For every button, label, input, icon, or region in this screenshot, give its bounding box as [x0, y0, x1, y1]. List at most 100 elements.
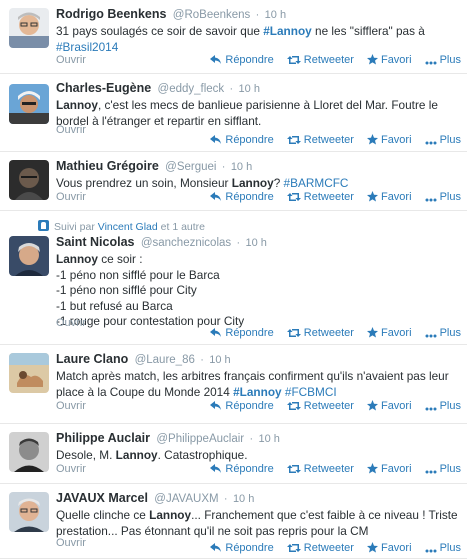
author-name[interactable]: Rodrigo Beenkens: [56, 7, 166, 21]
reply-button[interactable]: Répondre: [210, 53, 274, 68]
star-icon: [366, 191, 378, 202]
expand-link[interactable]: Ouvrir: [56, 190, 86, 205]
tweet[interactable]: Suivi par Vincent Glad et 1 autre Saint …: [0, 211, 467, 345]
more-button[interactable]: Plus: [425, 326, 461, 341]
retweet-button[interactable]: Retweeter: [286, 190, 354, 205]
favorite-button[interactable]: Favori: [366, 190, 412, 205]
timestamp[interactable]: 10 h: [246, 237, 267, 249]
tweet[interactable]: Laure Clano @Laure_86 · 10 h Match après…: [0, 345, 467, 424]
retweet-icon: [286, 544, 301, 552]
expand-link[interactable]: Ouvrir: [56, 123, 86, 138]
timestamp[interactable]: 10 h: [209, 354, 230, 366]
hashtag-link[interactable]: #Lannoy: [263, 24, 312, 38]
author-name[interactable]: Charles-Eugène: [56, 81, 151, 95]
avatar[interactable]: [9, 8, 49, 48]
follow-icon: [38, 220, 49, 231]
author-handle[interactable]: @Serguei: [165, 161, 216, 173]
keyword: Lannoy: [149, 508, 192, 522]
more-icon: [425, 549, 437, 553]
avatar[interactable]: [9, 492, 49, 532]
favorite-button[interactable]: Favori: [366, 133, 412, 148]
reply-button[interactable]: Répondre: [210, 541, 274, 556]
keyword: Lannoy: [231, 176, 274, 190]
more-icon: [425, 407, 437, 411]
reply-icon: [210, 135, 222, 144]
star-icon: [366, 400, 378, 411]
more-button[interactable]: Plus: [425, 399, 461, 414]
tweet-footer: Ouvrir Répondre Retweeter Favori Plus: [56, 53, 461, 68]
avatar[interactable]: [9, 84, 49, 124]
author-handle[interactable]: @Laure_86: [135, 354, 195, 366]
reply-button[interactable]: Répondre: [210, 326, 274, 341]
retweet-button[interactable]: Retweeter: [286, 133, 354, 148]
tweet-text: Match après match, les arbitres français…: [56, 369, 449, 399]
author-handle[interactable]: @sancheznicolas: [141, 237, 231, 249]
author-handle[interactable]: @JAVAUXM: [154, 493, 218, 505]
author-name[interactable]: JAVAUX Marcel: [56, 491, 148, 505]
tweet[interactable]: Rodrigo Beenkens @RoBeenkens · 10 h 31 p…: [0, 0, 467, 74]
keyword: Lannoy: [115, 448, 158, 462]
timestamp[interactable]: 10 h: [258, 433, 279, 445]
timestamp[interactable]: 10 h: [233, 493, 254, 505]
tweet-text: 31 pays soulagés ce soir de savoir que #…: [56, 24, 425, 54]
tweet[interactable]: Philippe Auclair @PhilippeAuclair · 10 h…: [0, 424, 467, 484]
retweet-button[interactable]: Retweeter: [286, 53, 354, 68]
favorite-button[interactable]: Favori: [366, 541, 412, 556]
favorite-button[interactable]: Favori: [366, 53, 412, 68]
retweet-button[interactable]: Retweeter: [286, 399, 354, 414]
favorite-button[interactable]: Favori: [366, 399, 412, 414]
tweet-footer: Ouvrir Répondre Retweeter Favori Plus: [56, 317, 461, 341]
author-handle[interactable]: @RoBeenkens: [173, 9, 251, 21]
social-context: Suivi par Vincent Glad et 1 autre: [38, 220, 205, 233]
avatar[interactable]: [9, 353, 49, 393]
reply-icon: [210, 543, 222, 552]
author-name[interactable]: Mathieu Grégoire: [56, 159, 159, 173]
more-button[interactable]: Plus: [425, 462, 461, 477]
tweet-footer: Ouvrir Répondre Retweeter Favori Plus: [56, 536, 461, 556]
more-icon: [425, 61, 437, 65]
tweet-line: -1 péno non sifflé pour le Barca: [56, 267, 220, 282]
reply-button[interactable]: Répondre: [210, 462, 274, 477]
expand-link[interactable]: Ouvrir: [56, 462, 86, 477]
hashtag-link[interactable]: #Brasil2014: [56, 40, 118, 54]
tweet-text: Quelle clinche ce Lannoy... Franchement …: [56, 508, 458, 538]
author-name[interactable]: Philippe Auclair: [56, 431, 150, 445]
more-button[interactable]: Plus: [425, 53, 461, 68]
more-button[interactable]: Plus: [425, 190, 461, 205]
author-name[interactable]: Laure Clano: [56, 352, 128, 366]
avatar[interactable]: [9, 160, 49, 200]
hashtag-link[interactable]: #BARMCFC: [284, 176, 349, 190]
tweet[interactable]: Charles-Eugène @eddy_fleck · 10 h Lannoy…: [0, 74, 467, 152]
timestamp[interactable]: 10 h: [239, 83, 260, 95]
timestamp[interactable]: 10 h: [231, 161, 252, 173]
favorite-button[interactable]: Favori: [366, 326, 412, 341]
reply-icon: [210, 464, 222, 473]
hashtag-link[interactable]: #FCBMCI: [285, 385, 337, 399]
timestamp[interactable]: 10 h: [265, 9, 286, 21]
reply-button[interactable]: Répondre: [210, 133, 274, 148]
more-button[interactable]: Plus: [425, 541, 461, 556]
context-user-link[interactable]: Vincent Glad: [98, 221, 158, 233]
reply-icon: [210, 328, 222, 337]
retweet-button[interactable]: Retweeter: [286, 462, 354, 477]
more-icon: [425, 198, 437, 202]
reply-button[interactable]: Répondre: [210, 399, 274, 414]
reply-button[interactable]: Répondre: [210, 190, 274, 205]
author-handle[interactable]: @PhilippeAuclair: [156, 433, 244, 445]
expand-link[interactable]: Ouvrir: [56, 399, 86, 414]
tweet[interactable]: JAVAUX Marcel @JAVAUXM · 10 h Quelle cli…: [0, 484, 467, 559]
retweet-icon: [286, 136, 301, 144]
author-handle[interactable]: @eddy_fleck: [158, 83, 225, 95]
favorite-button[interactable]: Favori: [366, 462, 412, 477]
tweet[interactable]: Mathieu Grégoire @Serguei · 10 h Vous pr…: [0, 152, 467, 211]
expand-link[interactable]: Ouvrir: [56, 53, 86, 68]
avatar[interactable]: [9, 432, 49, 472]
more-button[interactable]: Plus: [425, 133, 461, 148]
hashtag-link[interactable]: #Lannoy: [233, 385, 282, 399]
retweet-button[interactable]: Retweeter: [286, 541, 354, 556]
avatar[interactable]: [9, 236, 49, 276]
expand-link[interactable]: Ouvrir: [56, 316, 86, 331]
retweet-button[interactable]: Retweeter: [286, 326, 354, 341]
author-name[interactable]: Saint Nicolas: [56, 235, 135, 249]
expand-link[interactable]: Ouvrir: [56, 536, 86, 551]
